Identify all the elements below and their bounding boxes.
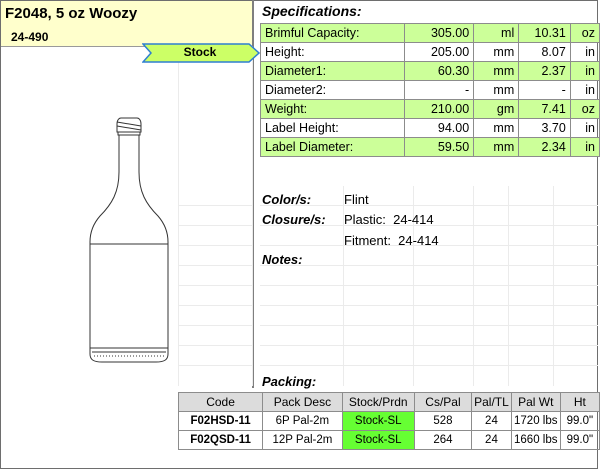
spec-row-height: Height: 205.00 mm 8.07 in (260, 42, 600, 62)
spec-metric-unit: mm (473, 137, 520, 157)
spec-metric-value: 205.00 (403, 42, 475, 62)
spec-row-brimful-capacity: Brimful Capacity: 305.00 ml 10.31 oz (260, 23, 600, 43)
spec-row-weight: Weight: 210.00 gm 7.41 oz (260, 99, 600, 119)
pack-pal-wt: 1720 lbs (510, 411, 561, 431)
spec-label: Diameter2: (260, 80, 405, 100)
notes-label: Notes: (262, 252, 303, 267)
spec-label: Label Height: (260, 118, 405, 138)
spec-imperial-unit: oz (569, 99, 600, 119)
bottle-drawing-icon (89, 117, 169, 363)
spec-imperial-value: 3.70 (518, 118, 571, 138)
spec-metric-unit: mm (473, 118, 520, 138)
spec-imperial-unit: in (569, 61, 600, 81)
pack-cs-pal: 264 (413, 430, 473, 450)
spec-label: Label Diameter: (260, 137, 405, 157)
spec-imperial-value: 8.07 (518, 42, 571, 62)
col-cs-pal: Cs/Pal (413, 392, 473, 412)
product-title: F2048, 5 oz Woozy (5, 5, 138, 22)
table-row: F02HSD-11 6P Pal-2m Stock-SL 528 24 1720… (177, 411, 600, 431)
spec-label: Brimful Capacity: (260, 23, 405, 43)
closure-fitment: Fitment: 24-414 (344, 233, 439, 248)
spec-label: Diameter1: (260, 61, 405, 81)
spec-imperial-unit: in (569, 80, 600, 100)
pack-code: F02HSD-11 (177, 411, 264, 431)
spec-metric-value: 59.50 (403, 137, 475, 157)
spec-metric-value: 60.30 (403, 61, 475, 81)
specifications-table: Brimful Capacity: 305.00 ml 10.31 oz Hei… (260, 23, 600, 157)
pack-pal-tl: 24 (471, 411, 512, 431)
col-code: Code (177, 392, 264, 412)
pack-stock-prdn: Stock-SL (341, 411, 415, 431)
spec-imperial-unit: in (569, 137, 600, 157)
closure-label: Closure/s: (262, 212, 326, 227)
color-value: Flint (344, 192, 369, 207)
spec-metric-unit: ml (473, 23, 520, 43)
spec-row-diameter2: Diameter2: - mm - in (260, 80, 600, 100)
spec-imperial-value: 2.37 (518, 61, 571, 81)
pack-cs-pal: 528 (413, 411, 473, 431)
spec-metric-value: - (403, 80, 475, 100)
spec-label: Weight: (260, 99, 405, 119)
spec-imperial-value: 10.31 (518, 23, 571, 43)
spec-row-label-height: Label Height: 94.00 mm 3.70 in (260, 118, 600, 138)
packing-table: Code Pack Desc Stock/Prdn Cs/Pal Pal/TL … (177, 392, 600, 450)
spec-imperial-unit: in (569, 118, 600, 138)
pack-desc: 6P Pal-2m (262, 411, 343, 431)
spec-row-label-diameter: Label Diameter: 59.50 mm 2.34 in (260, 137, 600, 157)
col-stock-prdn: Stock/Prdn (341, 392, 415, 412)
spec-imperial-unit: oz (569, 23, 600, 43)
neck-finish-code: 24-490 (11, 30, 49, 44)
pack-stock-prdn: Stock-SL (341, 430, 415, 450)
packing-header-row: Code Pack Desc Stock/Prdn Cs/Pal Pal/TL … (177, 392, 600, 412)
pack-ht: 99.0" (559, 430, 600, 450)
col-ht: Ht (559, 392, 600, 412)
title-box: F2048, 5 oz Woozy (1, 1, 252, 29)
spec-metric-unit: mm (473, 80, 520, 100)
spec-imperial-value: 7.41 (518, 99, 571, 119)
col-pal-tl: Pal/TL (471, 392, 512, 412)
spec-row-diameter1: Diameter1: 60.30 mm 2.37 in (260, 61, 600, 81)
closure-plastic: Plastic: 24-414 (344, 212, 434, 227)
pack-pal-tl: 24 (471, 430, 512, 450)
spec-imperial-value: 2.34 (518, 137, 571, 157)
pack-ht: 99.0" (559, 411, 600, 431)
table-row: F02QSD-11 12P Pal-2m Stock-SL 264 24 166… (177, 430, 600, 450)
color-label: Color/s: (262, 192, 312, 207)
spec-imperial-unit: in (569, 42, 600, 62)
col-pack-desc: Pack Desc (262, 392, 343, 412)
pack-desc: 12P Pal-2m (262, 430, 343, 450)
spec-metric-unit: gm (473, 99, 520, 119)
spec-label: Height: (260, 42, 405, 62)
spec-metric-unit: mm (473, 61, 520, 81)
packing-heading: Packing: (262, 374, 317, 389)
spec-metric-value: 94.00 (403, 118, 475, 138)
spec-metric-unit: mm (473, 42, 520, 62)
col-pal-wt: Pal Wt (510, 392, 561, 412)
stock-flag-label: Stock (183, 45, 217, 59)
specifications-heading: Specifications: (262, 3, 362, 19)
spec-metric-value: 210.00 (403, 99, 475, 119)
pack-pal-wt: 1660 lbs (510, 430, 561, 450)
spec-metric-value: 305.00 (403, 23, 475, 43)
spec-imperial-value: - (518, 80, 571, 100)
pack-code: F02QSD-11 (177, 430, 264, 450)
